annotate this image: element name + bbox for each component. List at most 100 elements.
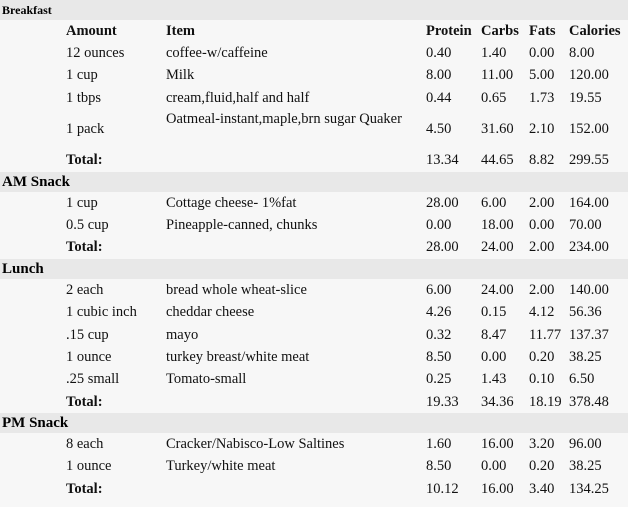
food-row: 1 cubic inch cheddar cheese 4.26 0.15 4.… — [0, 301, 628, 323]
amount-cell: .15 cup — [66, 326, 109, 343]
amount-cell: .25 small — [66, 371, 120, 388]
item-cell: Cracker/Nabisco-Low Saltines — [166, 436, 345, 453]
food-row: 1 pack Oatmeal-instant,maple,brn sugar Q… — [0, 109, 628, 149]
item-cell: Milk — [166, 67, 195, 84]
total-calories: 378.48 — [569, 393, 609, 410]
carbs-cell: 1.40 — [481, 45, 507, 61]
total-row: Total: 13.34 44.65 8.82 299.55 — [0, 149, 628, 171]
food-log: Breakfast Amount Item Protein Carbs Fats… — [0, 0, 628, 500]
calories-cell: 38.25 — [569, 348, 602, 365]
calories-cell: 70.00 — [569, 216, 602, 233]
fats-cell: 0.10 — [529, 371, 555, 388]
protein-cell: 0.00 — [426, 216, 452, 233]
item-cell: turkey breast/white meat — [166, 348, 310, 365]
fats-cell: 0.20 — [529, 348, 555, 365]
item-cell: Tomato-small — [166, 371, 247, 388]
fats-cell: 4.12 — [529, 304, 555, 321]
meal-header: Breakfast — [0, 0, 628, 20]
protein-cell: 0.25 — [426, 371, 452, 388]
protein-cell: 4.26 — [426, 304, 452, 321]
total-protein: 28.00 — [426, 239, 459, 256]
item-cell: Pineapple-canned, chunks — [166, 216, 318, 233]
meal-header: Lunch — [0, 258, 628, 279]
protein-cell: 4.50 — [426, 121, 452, 138]
total-label: Total: — [66, 152, 103, 169]
item-cell: Turkey/white meat — [166, 458, 276, 475]
protein-cell: 8.50 — [426, 348, 452, 365]
column-header-fats: Fats — [529, 23, 556, 39]
carbs-cell: 6.00 — [481, 194, 507, 211]
food-row: 1 cup Milk 8.00 11.00 5.00 120.00 — [0, 64, 628, 86]
amount-cell: 1 ounce — [66, 458, 112, 475]
carbs-cell: 8.47 — [481, 326, 507, 343]
item-cell: cheddar cheese — [166, 304, 255, 321]
total-carbs: 44.65 — [481, 152, 514, 169]
food-row: .25 small Tomato-small 0.25 1.43 0.10 6.… — [0, 368, 628, 390]
total-protein: 13.34 — [426, 152, 459, 169]
total-fats: 2.00 — [529, 239, 555, 256]
fats-cell: 0.00 — [529, 216, 555, 233]
food-row: 12 ounces coffee-w/caffeine 0.40 1.40 0.… — [0, 42, 628, 64]
amount-cell: 1 pack — [66, 121, 105, 138]
meal-breakfast: Breakfast Amount Item Protein Carbs Fats… — [0, 0, 628, 172]
food-row: 0.5 cup Pineapple-canned, chunks 0.00 18… — [0, 214, 628, 236]
amount-cell: 1 tbps — [66, 89, 102, 106]
food-row: 8 each Cracker/Nabisco-Low Saltines 1.60… — [0, 433, 628, 455]
food-row: 1 tbps cream,fluid,half and half 0.44 0.… — [0, 87, 628, 109]
fats-cell: 0.00 — [529, 45, 555, 61]
protein-cell: 0.32 — [426, 326, 452, 343]
meal-pm-snack: PM Snack 8 each Cracker/Nabisco-Low Salt… — [0, 413, 628, 500]
food-row: 1 cup Cottage cheese- 1%fat 28.00 6.00 2… — [0, 192, 628, 214]
item-cell: mayo — [166, 326, 199, 343]
amount-cell: 0.5 cup — [66, 216, 109, 233]
calories-cell: 56.36 — [569, 304, 602, 321]
protein-cell: 8.00 — [426, 67, 452, 84]
food-row: 1 ounce turkey breast/white meat 8.50 0.… — [0, 346, 628, 368]
total-fats: 3.40 — [529, 480, 555, 497]
carbs-cell: 16.00 — [481, 436, 514, 453]
carbs-cell: 0.00 — [481, 348, 507, 365]
fats-cell: 11.77 — [529, 326, 562, 343]
meal-header: PM Snack — [0, 413, 628, 434]
total-calories: 134.25 — [569, 480, 609, 497]
meal-lunch: Lunch 2 each bread whole wheat-slice 6.0… — [0, 258, 628, 413]
carbs-cell: 24.00 — [481, 281, 514, 298]
meal-am-snack: AM Snack 1 cup Cottage cheese- 1%fat 28.… — [0, 171, 628, 259]
fats-cell: 3.20 — [529, 436, 555, 453]
carbs-cell: 18.00 — [481, 216, 514, 233]
total-calories: 299.55 — [569, 152, 609, 169]
column-header-carbs: Carbs — [481, 23, 519, 39]
fats-cell: 2.00 — [529, 194, 555, 211]
carbs-cell: 0.15 — [481, 304, 507, 321]
calories-cell: 152.00 — [569, 121, 609, 138]
total-carbs: 34.36 — [481, 393, 514, 410]
fats-cell: 0.20 — [529, 458, 555, 475]
item-cell: coffee-w/caffeine — [166, 45, 268, 61]
calories-cell: 96.00 — [569, 436, 602, 453]
amount-cell: 1 cubic inch — [66, 304, 137, 321]
total-row: Total: 19.33 34.36 18.19 378.48 — [0, 391, 628, 413]
food-row: .15 cup mayo 0.32 8.47 11.77 137.37 — [0, 324, 628, 346]
protein-cell: 0.44 — [426, 89, 452, 106]
meal-header: AM Snack — [0, 171, 628, 192]
fats-cell: 2.10 — [529, 121, 555, 138]
carbs-cell: 0.00 — [481, 458, 507, 475]
fats-cell: 1.73 — [529, 89, 555, 106]
calories-cell: 6.50 — [569, 371, 595, 388]
amount-cell: 8 each — [66, 436, 104, 453]
fats-cell: 5.00 — [529, 67, 555, 84]
carbs-cell: 11.00 — [481, 67, 514, 84]
calories-cell: 8.00 — [569, 45, 595, 61]
total-protein: 19.33 — [426, 393, 459, 410]
total-row: Total: 28.00 24.00 2.00 234.00 — [0, 236, 628, 258]
item-cell: bread whole wheat-slice — [166, 281, 307, 298]
total-label: Total: — [66, 239, 103, 256]
protein-cell: 6.00 — [426, 281, 452, 298]
column-header-amount: Amount — [66, 23, 117, 39]
amount-cell: 1 ounce — [66, 348, 112, 365]
food-row: 2 each bread whole wheat-slice 6.00 24.0… — [0, 279, 628, 301]
carbs-cell: 0.65 — [481, 89, 507, 106]
food-row: 1 ounce Turkey/white meat 8.50 0.00 0.20… — [0, 455, 628, 477]
total-fats: 8.82 — [529, 152, 555, 169]
amount-cell: 12 ounces — [66, 45, 125, 61]
